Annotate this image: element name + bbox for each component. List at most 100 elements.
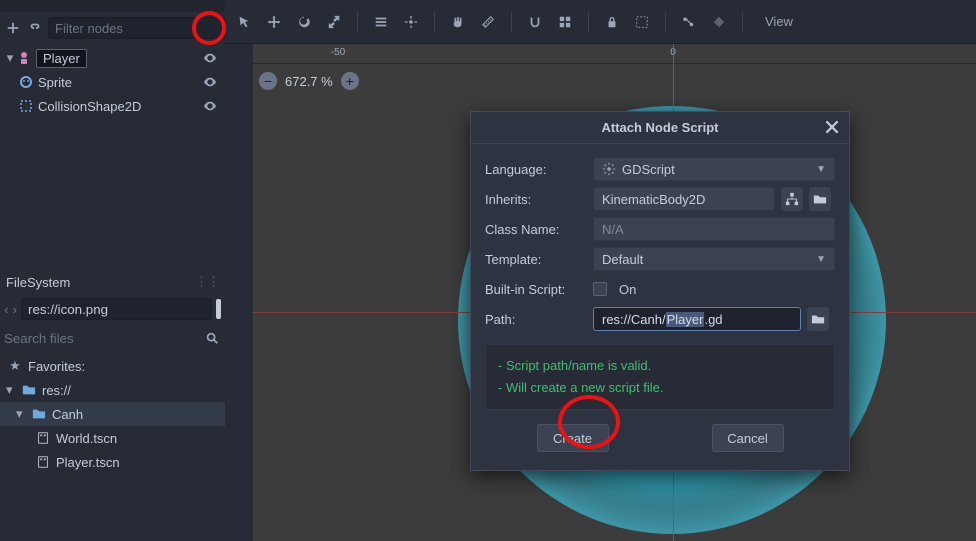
visibility-toggle-icon[interactable] — [201, 97, 219, 115]
language-value: GDScript — [622, 162, 675, 177]
cancel-button[interactable]: Cancel — [712, 424, 784, 452]
fs-label: res:// — [42, 383, 71, 398]
group-icon[interactable] — [633, 13, 651, 31]
move-tool-icon[interactable] — [265, 13, 283, 31]
ruler-tool-icon[interactable] — [479, 13, 497, 31]
filesystem-header: FileSystem ⋮⋮ — [0, 270, 225, 294]
node-label: Player — [36, 49, 87, 68]
scene-file-icon — [34, 429, 52, 447]
star-icon: ★ — [6, 357, 24, 375]
classname-field: N/A — [593, 217, 835, 241]
filesystem-path-input[interactable] — [21, 298, 212, 320]
zoom-out-button[interactable]: − — [259, 72, 277, 90]
close-icon[interactable] — [823, 118, 841, 136]
dialog-header[interactable]: Attach Node Script — [471, 112, 849, 144]
filter-nodes-input[interactable] — [48, 17, 238, 39]
bone-icon[interactable] — [680, 13, 698, 31]
classname-value: N/A — [602, 222, 624, 237]
fs-file-row[interactable]: World.tscn — [0, 426, 225, 450]
template-value: Default — [602, 252, 643, 267]
link-icon[interactable] — [26, 19, 44, 37]
tree-row-sprite[interactable]: Sprite — [0, 70, 225, 94]
builtin-checkbox[interactable] — [593, 282, 607, 296]
collisionshape2d-icon — [18, 98, 34, 114]
path-browse-button[interactable] — [807, 307, 829, 331]
lock-icon[interactable] — [603, 13, 621, 31]
chevron-down-icon: ▼ — [816, 164, 826, 175]
nav-back-icon[interactable]: ‹ — [4, 298, 9, 320]
rotate-tool-icon[interactable] — [295, 13, 313, 31]
status-box: - Script path/name is valid. - Will crea… — [485, 344, 835, 410]
fs-root-row[interactable]: ▾ res:// — [0, 378, 225, 402]
tree-row-player[interactable]: ▾ Player — [0, 46, 225, 70]
inherits-label: Inherits: — [485, 192, 587, 207]
fs-label: Canh — [52, 407, 83, 422]
status-line: - Script path/name is valid. — [498, 355, 822, 377]
fs-file-row[interactable]: Player.tscn — [0, 450, 225, 474]
pan-tool-icon[interactable] — [449, 13, 467, 31]
expand-icon[interactable]: ▾ — [16, 406, 26, 422]
filesystem-title: FileSystem — [6, 275, 70, 290]
scene-tree: ▾ Player Sprite CollisionShape2D — [0, 44, 225, 120]
pivot-tool-icon[interactable] — [402, 13, 420, 31]
inherits-browse-button[interactable] — [809, 187, 831, 211]
zoom-controls: − 672.7 % + — [259, 72, 359, 90]
sprite-icon — [18, 74, 34, 90]
search-icon[interactable] — [203, 329, 221, 347]
kinematicbody2d-icon — [16, 50, 32, 66]
visibility-toggle-icon[interactable] — [201, 73, 219, 91]
inherits-value: KinematicBody2D — [602, 192, 705, 207]
template-label: Template: — [485, 252, 587, 267]
filesystem-search-row — [0, 324, 225, 352]
select-tool-icon[interactable] — [235, 13, 253, 31]
create-button[interactable]: Create — [537, 424, 609, 452]
node-label: Sprite — [38, 75, 72, 90]
gear-icon — [602, 162, 616, 176]
snap-toggle-icon[interactable] — [526, 13, 544, 31]
attach-script-dialog: Attach Node Script Language: GDScript ▼ … — [470, 111, 850, 471]
status-line: - Will create a new script file. — [498, 377, 822, 399]
fs-label: World.tscn — [56, 431, 117, 446]
ruler-horizontal: -50 0 — [253, 44, 976, 64]
folder-icon — [30, 405, 48, 423]
nav-forward-icon[interactable]: › — [13, 298, 18, 320]
inherits-tree-button[interactable] — [781, 187, 803, 211]
classname-label: Class Name: — [485, 222, 587, 237]
view-mode-toggle[interactable] — [216, 299, 221, 319]
favorites-label: Favorites: — [28, 359, 85, 374]
add-node-icon[interactable] — [4, 19, 22, 37]
template-dropdown[interactable]: Default ▼ — [593, 247, 835, 271]
node-label: CollisionShape2D — [38, 99, 141, 114]
view-menu[interactable]: View — [765, 14, 793, 29]
canvas-toolbar: View — [225, 0, 976, 44]
folder-icon — [20, 381, 38, 399]
inherits-field[interactable]: KinematicBody2D — [593, 187, 775, 211]
anim-key-icon[interactable] — [710, 13, 728, 31]
scene-file-icon — [34, 453, 52, 471]
visibility-toggle-icon[interactable] — [201, 49, 219, 67]
fs-folder-row[interactable]: ▾ Canh — [0, 402, 225, 426]
ruler-tick: -50 — [331, 47, 345, 58]
fs-label: Player.tscn — [56, 455, 120, 470]
language-label: Language: — [485, 162, 587, 177]
tree-row-collisionshape[interactable]: CollisionShape2D — [0, 94, 225, 118]
scale-tool-icon[interactable] — [325, 13, 343, 31]
zoom-in-button[interactable]: + — [341, 72, 359, 90]
favorites-row[interactable]: ★ Favorites: — [0, 354, 225, 378]
filesystem-path-row: ‹ › — [0, 294, 225, 324]
viewport-gutter — [225, 44, 253, 541]
drag-handle-icon[interactable]: ⋮⋮ — [195, 274, 219, 290]
chevron-down-icon: ▼ — [816, 254, 826, 265]
expand-icon[interactable]: ▾ — [6, 382, 16, 398]
language-dropdown[interactable]: GDScript ▼ — [593, 157, 835, 181]
expand-icon[interactable]: ▾ — [4, 49, 16, 67]
dialog-title: Attach Node Script — [601, 120, 718, 135]
list-tool-icon[interactable] — [372, 13, 390, 31]
filesystem-tree: ★ Favorites: ▾ res:// ▾ Canh World.tscn — [0, 352, 225, 476]
path-field[interactable]: res://Canh/Player.gd — [593, 307, 801, 331]
filesystem-search-input[interactable] — [4, 327, 199, 349]
scene-tabs — [0, 0, 225, 12]
scene-toolbar — [0, 12, 225, 44]
builtin-label: Built-in Script: — [485, 282, 587, 297]
snap-options-icon[interactable] — [556, 13, 574, 31]
